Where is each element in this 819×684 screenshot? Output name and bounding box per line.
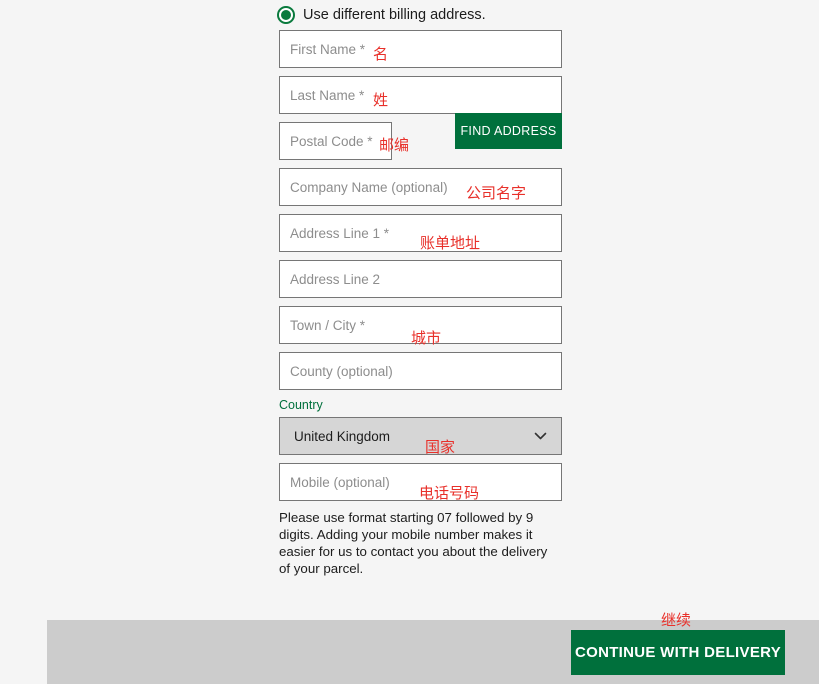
postal-code-row: Postal Code * FIND ADDRESS: [279, 113, 562, 160]
town-city-placeholder: Town / City *: [290, 317, 366, 333]
footer-action-bar: CONTINUE WITH DELIVERY: [47, 620, 819, 684]
first-name-placeholder: First Name *: [290, 41, 366, 57]
company-name-input[interactable]: Company Name (optional): [279, 168, 562, 206]
billing-address-radio-label: Use different billing address.: [303, 6, 486, 23]
mobile-placeholder: Mobile (optional): [290, 474, 390, 490]
find-address-button[interactable]: FIND ADDRESS: [455, 113, 562, 149]
continue-with-delivery-button[interactable]: CONTINUE WITH DELIVERY: [571, 630, 785, 675]
county-input[interactable]: County (optional): [279, 352, 562, 390]
mobile-input[interactable]: Mobile (optional): [279, 463, 562, 501]
company-name-placeholder: Company Name (optional): [290, 179, 448, 195]
address-line-1-placeholder: Address Line 1 *: [290, 225, 390, 241]
country-select[interactable]: United Kingdom: [279, 417, 562, 455]
first-name-input[interactable]: First Name *: [279, 30, 562, 68]
radio-selected-icon[interactable]: [277, 6, 295, 24]
county-placeholder: County (optional): [290, 363, 393, 379]
postal-code-input[interactable]: Postal Code *: [279, 122, 392, 160]
postal-code-placeholder: Postal Code *: [290, 133, 373, 149]
mobile-help-text: Please use format starting 07 followed b…: [279, 510, 548, 576]
billing-address-form: Use different billing address. First Nam…: [277, 0, 562, 577]
country-label: Country: [279, 398, 323, 412]
last-name-placeholder: Last Name *: [290, 87, 365, 103]
address-line-2-placeholder: Address Line 2: [290, 271, 381, 287]
chevron-down-icon: [534, 430, 547, 443]
radio-inner-dot: [281, 10, 291, 20]
address-line-2-input[interactable]: Address Line 2: [279, 260, 562, 298]
address-line-1-input[interactable]: Address Line 1 *: [279, 214, 562, 252]
last-name-input[interactable]: Last Name *: [279, 76, 562, 114]
billing-address-radio-option[interactable]: Use different billing address.: [277, 0, 562, 30]
town-city-input[interactable]: Town / City *: [279, 306, 562, 344]
country-selected-value: United Kingdom: [294, 428, 391, 444]
